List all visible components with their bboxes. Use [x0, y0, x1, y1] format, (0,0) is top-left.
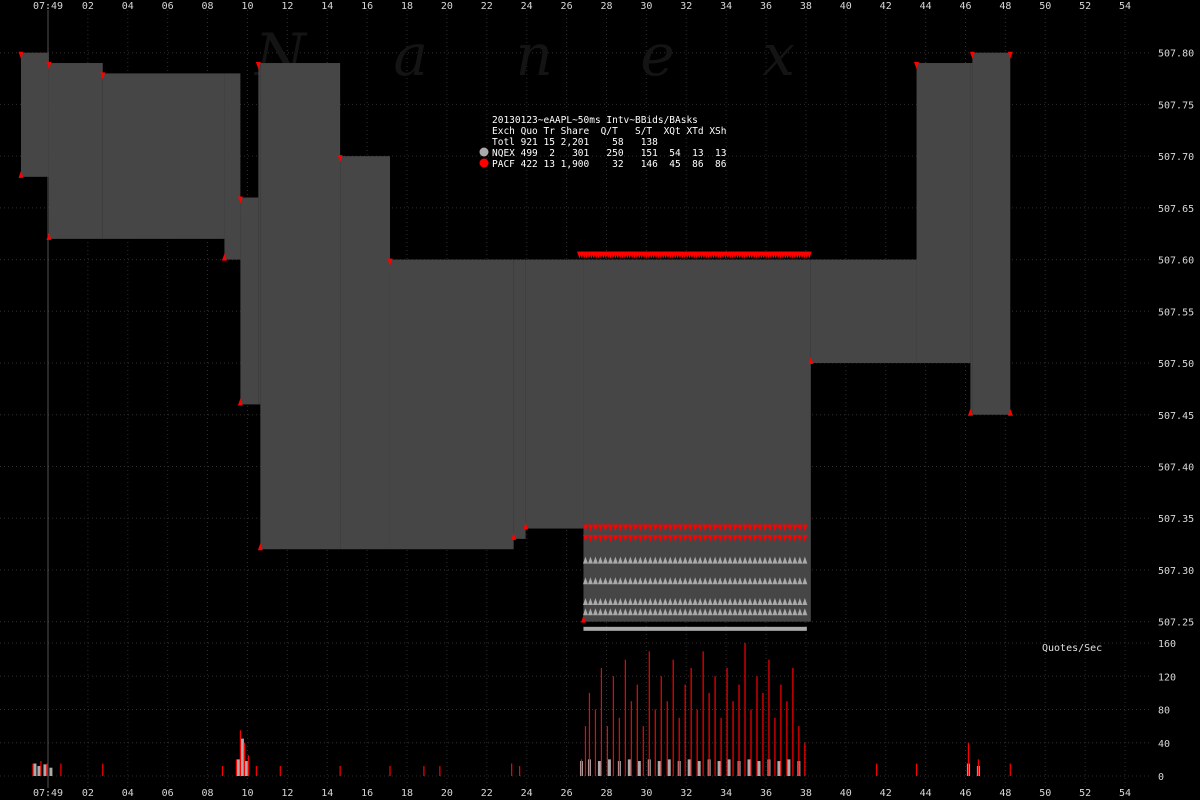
x-tick-label-top: 14 [321, 1, 333, 12]
x-tick-label-bottom: 04 [122, 788, 134, 799]
x-tick-label-bottom: 36 [760, 788, 772, 799]
spread-segment [810, 259, 917, 364]
spread-segment [916, 63, 971, 364]
x-tick-label-top: 22 [481, 1, 493, 12]
rate-tick-label: 80 [1158, 706, 1170, 717]
x-tick-label-bottom: 30 [640, 788, 652, 799]
x-tick-label-top: 48 [999, 1, 1011, 12]
spread-segment [389, 259, 514, 550]
x-tick-label-bottom: 52 [1079, 788, 1091, 799]
x-tick-label-top: 36 [760, 1, 772, 12]
x-tick-label-top: 54 [1119, 1, 1131, 12]
x-tick-label-top: 06 [162, 1, 174, 12]
nqex-legend-marker [479, 147, 489, 157]
spread-segment [102, 73, 225, 239]
price-tick-label: 507.70 [1158, 152, 1194, 163]
x-tick-label-top: 26 [561, 1, 573, 12]
price-tick-label: 507.65 [1158, 204, 1194, 215]
x-tick-label-bottom: 24 [521, 788, 533, 799]
x-tick-label-bottom: 50 [1039, 788, 1051, 799]
price-tick-label: 507.60 [1158, 256, 1194, 267]
nanex-tick-chart: N a n e x 07:49 02 04 06 08 10 12 14 16 18 20 22 24 2… [0, 0, 1200, 800]
price-tick-label: 507.50 [1158, 359, 1194, 370]
price-tick-label: 507.35 [1158, 514, 1194, 525]
x-tick-label-top: 04 [122, 1, 134, 12]
price-tick-label: 507.75 [1158, 100, 1194, 111]
x-tick-label-top: 50 [1039, 1, 1051, 12]
x-tick-label-top: 32 [680, 1, 692, 12]
x-tick-label-top: 02 [82, 1, 94, 12]
spread-segment [972, 52, 1011, 415]
spread-segment [525, 259, 584, 529]
x-tick-label-bottom: 14 [321, 788, 333, 799]
x-tick-label-top: 44 [920, 1, 932, 12]
x-tick-label-bottom: 12 [281, 788, 293, 799]
pacf-legend-marker [479, 158, 489, 168]
price-tick-label: 507.40 [1158, 462, 1194, 473]
x-tick-label-bottom: 18 [401, 788, 413, 799]
x-tick-label-top: 12 [281, 1, 293, 12]
x-tick-label-top: 16 [361, 1, 373, 12]
spread-segment [513, 259, 526, 539]
price-tick-label: 507.30 [1158, 566, 1194, 577]
spread-segment [583, 259, 811, 622]
x-tick-label-bottom: 06 [162, 788, 174, 799]
x-tick-label-bottom: 42 [880, 788, 892, 799]
spread-segment [240, 197, 259, 405]
stats-header: Exch Quo Tr Share Q/T S/T XQt XTd XSh [492, 126, 727, 137]
x-tick-label-bottom: 54 [1119, 788, 1131, 799]
x-tick-label-bottom: 46 [959, 788, 971, 799]
x-tick-label-top: 52 [1079, 1, 1091, 12]
quotes-per-sec-label: Quotes/Sec [1042, 643, 1102, 654]
nqex-base-band [583, 626, 807, 631]
x-tick-label-top: 34 [720, 1, 732, 12]
x-tick-label-bottom: 40 [840, 788, 852, 799]
stats-row-pacf: PACF 422 13 1,900 32 146 45 86 86 [492, 159, 727, 170]
rate-tick-label: 0 [1158, 772, 1164, 783]
x-tick-label-top: 18 [401, 1, 413, 12]
spread-segment [340, 156, 390, 550]
x-tick-label-bottom: 28 [600, 788, 612, 799]
x-tick-label-top: 24 [521, 1, 533, 12]
x-tick-label-bottom: 34 [720, 788, 732, 799]
x-tick-label-bottom: 22 [481, 788, 493, 799]
price-tick-label: 507.45 [1158, 411, 1194, 422]
x-tick-label-top: 38 [800, 1, 812, 12]
x-tick-label-top: 10 [241, 1, 253, 12]
x-tick-label-top: 08 [202, 1, 214, 12]
x-tick-label-top: 46 [959, 1, 971, 12]
x-tick-label-top: 40 [840, 1, 852, 12]
stats-row-total: Totl 921 15 2,201 58 138 [492, 137, 658, 148]
x-tick-label-top: 42 [880, 1, 892, 12]
x-tick-label-top: 20 [441, 1, 453, 12]
spread-segment [21, 52, 49, 177]
x-tick-label-bottom: 32 [680, 788, 692, 799]
x-tick-label-bottom: 20 [441, 788, 453, 799]
x-tick-label-bottom: 08 [202, 788, 214, 799]
rate-tick-label: 40 [1158, 739, 1170, 750]
spread-segment [224, 73, 241, 260]
spread-segment [48, 63, 103, 239]
x-tick-label-bottom: 44 [920, 788, 932, 799]
price-tick-label: 507.55 [1158, 307, 1194, 318]
x-tick-label-top: 07:49 [33, 1, 63, 12]
price-tick-label: 507.80 [1158, 49, 1194, 60]
x-tick-label-top: 30 [640, 1, 652, 12]
price-tick-label: 507.25 [1158, 618, 1194, 629]
x-tick-label-bottom: 38 [800, 788, 812, 799]
x-tick-label-bottom: 10 [241, 788, 253, 799]
x-tick-label-bottom: 48 [999, 788, 1011, 799]
spread-segment [258, 63, 261, 405]
stats-title: 20130123~eAAPL~50ms Intv~BBids/BAsks [492, 115, 698, 126]
x-tick-label-bottom: 07:49 [33, 788, 63, 799]
rate-tick-label: 120 [1158, 672, 1176, 683]
spread-segment [260, 63, 341, 550]
stats-row-nqex: NQEX 499 2 301 250 151 54 13 13 [492, 148, 727, 159]
x-tick-label-bottom: 26 [561, 788, 573, 799]
x-tick-label-bottom: 16 [361, 788, 373, 799]
spread-segment [970, 63, 973, 415]
x-tick-label-top: 28 [600, 1, 612, 12]
rate-tick-label: 160 [1158, 639, 1176, 650]
x-tick-label-bottom: 02 [82, 788, 94, 799]
